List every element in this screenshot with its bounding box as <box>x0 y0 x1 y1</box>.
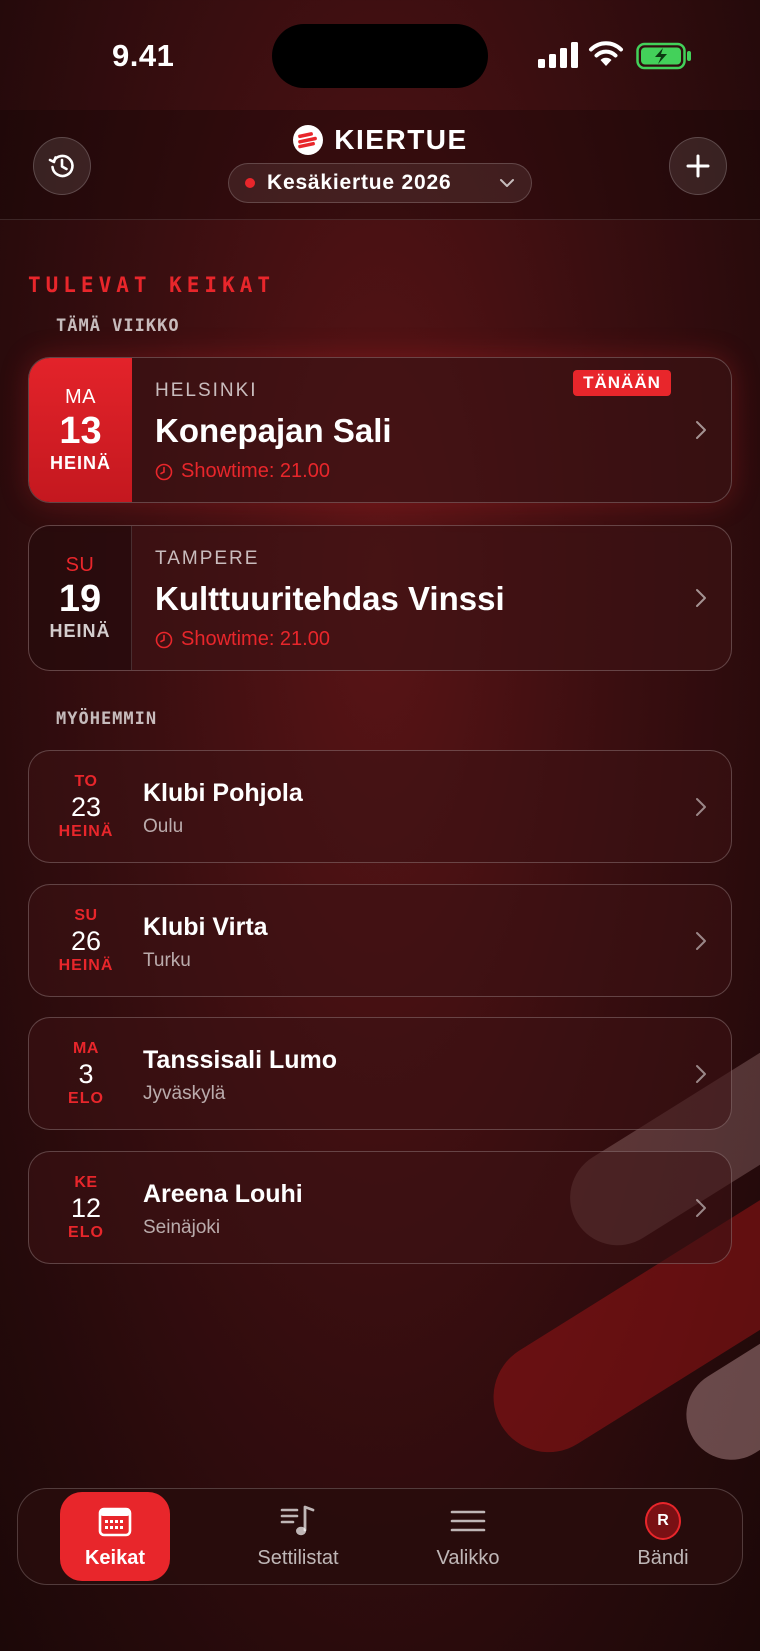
date-block: SU 19 HEINÄ <box>29 526 132 670</box>
gig-card[interactable]: TO 23 HEINÄ Klubi Pohjola Oulu <box>28 750 732 863</box>
logo-icon <box>293 125 324 155</box>
weekday: SU <box>74 906 98 924</box>
month: HEINÄ <box>49 453 111 473</box>
day-number: 23 <box>70 791 102 822</box>
month: HEINÄ <box>58 956 114 974</box>
gig-city: Oulu <box>143 816 184 837</box>
this-week-label: TÄMÄ VIIKKO <box>56 316 180 336</box>
date-block: KE 12 ELO <box>29 1152 143 1263</box>
gig-venue: Areena Louhi <box>143 1180 303 1208</box>
calendar-icon <box>98 1507 132 1537</box>
chevron-right-icon <box>696 931 706 950</box>
gig-city: Turku <box>143 950 191 971</box>
gig-venue: Klubi Virta <box>143 913 268 941</box>
weekday: MA <box>73 1039 99 1057</box>
tab-settilistat[interactable]: Settilistat <box>218 1492 378 1581</box>
chevron-right-icon <box>696 1064 706 1083</box>
gig-venue: Tanssisali Lumo <box>143 1046 338 1074</box>
chevron-right-icon <box>696 797 706 816</box>
date-block: SU 26 HEINÄ <box>29 885 143 996</box>
battery-icon <box>636 42 691 70</box>
month: HEINÄ <box>58 822 114 840</box>
gig-card[interactable]: KE 12 ELO Areena Louhi Seinäjoki <box>28 1151 732 1264</box>
showtime-text: Showtime: 21.00 <box>181 628 330 650</box>
showtime: Showtime: 21.00 <box>155 628 681 651</box>
tab-label: Settilistat <box>257 1547 339 1569</box>
section-title: TULEVAT KEIKAT <box>28 273 276 297</box>
clock-icon <box>155 631 173 648</box>
tab-label: Bändi <box>637 1547 689 1569</box>
gig-card[interactable]: SU 26 HEINÄ Klubi Virta Turku <box>28 884 732 997</box>
tour-name: Kesäkiertue 2026 <box>267 171 452 194</box>
day-number: 13 <box>59 410 102 452</box>
weekday: MA <box>65 386 96 408</box>
month: HEINÄ <box>49 621 111 641</box>
tab-label: Valikko <box>436 1547 500 1569</box>
gig-venue: Konepajan Sali <box>155 412 392 449</box>
app-header: KIERTUE Kesäkiertue 2026 <box>0 110 760 220</box>
gig-venue: Klubi Pohjola <box>143 779 303 807</box>
tab-bar: Keikat Settilistat Valikko R Bändi <box>17 1488 743 1585</box>
weekday: SU <box>65 554 95 576</box>
clock-icon <box>155 463 173 480</box>
showtime: Showtime: 21.00 <box>155 460 681 483</box>
tab-valikko[interactable]: Valikko <box>398 1492 538 1581</box>
date-block: TO 23 HEINÄ <box>29 751 143 862</box>
weekday: TO <box>74 772 98 790</box>
status-time: 9.41 <box>112 38 175 73</box>
gig-card[interactable]: MA 3 ELO Tanssisali Lumo Jyväskylä <box>28 1017 732 1130</box>
day-number: 26 <box>70 925 102 956</box>
day-number: 12 <box>70 1192 102 1223</box>
today-badge: TÄNÄÄN <box>573 370 671 396</box>
month: ELO <box>68 1089 104 1107</box>
tab-label: Keikat <box>84 1547 146 1569</box>
chevron-right-icon <box>696 589 706 607</box>
active-dot <box>245 178 255 188</box>
music-list-icon <box>280 1505 315 1536</box>
tour-selector[interactable]: Kesäkiertue 2026 <box>228 163 532 203</box>
brand: KIERTUE <box>0 124 760 156</box>
chevron-right-icon <box>696 1198 706 1217</box>
date-block: MA 13 HEINÄ <box>29 358 132 502</box>
brand-name: KIERTUE <box>334 124 468 155</box>
later-label: MYÖHEMMIN <box>56 709 158 729</box>
plus-icon <box>686 154 710 178</box>
chevron-down-icon <box>500 179 514 187</box>
gig-city: Jyväskylä <box>143 1083 226 1104</box>
menu-icon <box>450 1510 486 1532</box>
showtime-text: Showtime: 21.00 <box>181 460 330 482</box>
gig-card-featured[interactable]: SU 19 HEINÄ TAMPERE Kulttuuritehdas Vins… <box>28 525 732 671</box>
gig-city: Seinäjoki <box>143 1217 221 1238</box>
gig-city: TAMPERE <box>155 548 260 569</box>
add-gig-button[interactable] <box>669 137 727 195</box>
chevron-right-icon <box>696 421 706 439</box>
wifi-icon <box>589 41 623 66</box>
cellular-signal-icon <box>538 42 578 68</box>
day-number: 3 <box>78 1058 94 1089</box>
weekday: KE <box>74 1173 98 1191</box>
dynamic-island <box>272 24 488 88</box>
tab-bandi[interactable]: R Bändi <box>593 1492 733 1581</box>
tab-keikat[interactable]: Keikat <box>60 1492 170 1581</box>
gig-venue: Kulttuuritehdas Vinssi <box>155 580 505 617</box>
gig-card-featured[interactable]: MA 13 HEINÄ HELSINKI Konepajan Sali Show… <box>28 357 732 503</box>
date-block: MA 3 ELO <box>29 1018 143 1129</box>
status-bar: 9.41 <box>0 0 760 110</box>
day-number: 19 <box>58 578 102 620</box>
avatar: R <box>645 1502 681 1540</box>
month: ELO <box>68 1223 104 1241</box>
